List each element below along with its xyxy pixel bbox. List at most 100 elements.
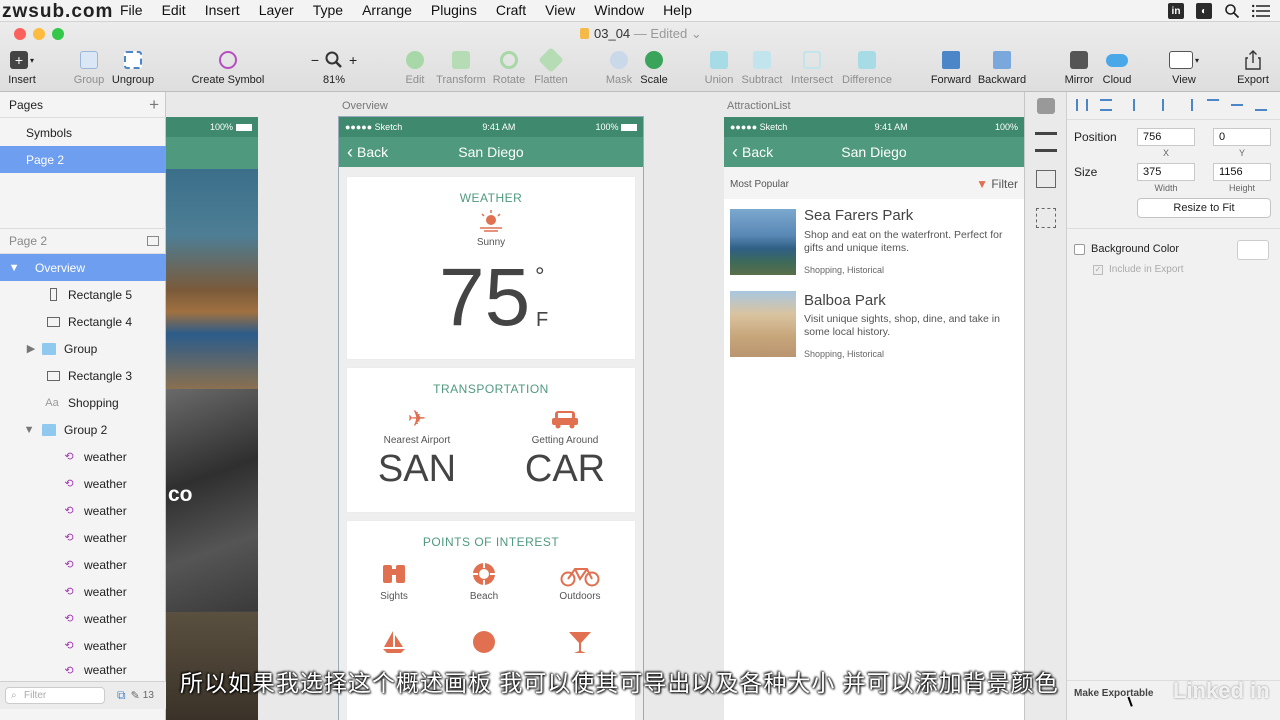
page-item-symbols[interactable]: Symbols (0, 119, 166, 146)
zoom-control[interactable]: − +81% (299, 49, 369, 86)
include-in-export-checkbox[interactable]: ✓ (1093, 265, 1103, 275)
disclosure-closed-icon[interactable]: ▶ (26, 342, 36, 356)
minimize-window-button[interactable] (33, 28, 45, 40)
back-chevron-icon[interactable]: ‹ (347, 142, 353, 163)
layer-shopping[interactable]: Aa Shopping (0, 389, 166, 416)
background-color-checkbox[interactable] (1074, 244, 1085, 255)
zoom-window-button[interactable] (52, 28, 64, 40)
artboard-overview[interactable]: ●●●●● Sketch 9:41 AM 100% ‹ Back San Die… (338, 116, 644, 720)
align-bottom-icon[interactable] (1255, 99, 1267, 111)
collapse-icon[interactable] (147, 236, 159, 246)
layer-weather[interactable]: ⟲ weather (0, 470, 166, 497)
menu-view[interactable]: View (545, 2, 575, 18)
poi-beach[interactable]: Beach (449, 561, 519, 602)
resize-to-fit-button[interactable]: Resize to Fit (1137, 198, 1271, 218)
layer-rectangle-5[interactable]: Rectangle 5 (0, 281, 166, 308)
layer-weather[interactable]: ⟲ weather (0, 632, 166, 659)
ungroup-button[interactable]: Ungroup (98, 49, 168, 86)
layout-tab-icon[interactable] (1035, 132, 1057, 152)
layer-rectangle-4[interactable]: Rectangle 4 (0, 308, 166, 335)
menu-insert[interactable]: Insert (205, 2, 240, 18)
linkedin-icon[interactable]: in (1168, 3, 1184, 19)
poi-outdoors[interactable]: Outdoors (545, 561, 615, 602)
align-top-icon[interactable] (1207, 99, 1219, 111)
layer-group-2[interactable]: ▼ Group 2 (0, 416, 166, 443)
artboard-label-attractionlist[interactable]: AttractionList (727, 100, 791, 112)
transportation-card[interactable]: TRANSPORTATION ✈ Nearest Airport SAN Get… (347, 368, 635, 512)
make-exportable-button[interactable]: Make Exportable (1074, 688, 1153, 699)
page-item-page-2[interactable]: Page 2 (0, 146, 166, 173)
close-window-button[interactable] (14, 28, 26, 40)
insert-button[interactable]: + ▾ Insert (0, 49, 57, 86)
distribute-vertical-icon[interactable] (1100, 99, 1112, 111)
menu-arrange[interactable]: Arrange (362, 2, 412, 18)
background-color-swatch[interactable] (1237, 240, 1269, 260)
layer-weather[interactable]: ⟲ weather (0, 578, 166, 605)
back-button[interactable]: Back (357, 144, 388, 160)
artboard-fragment[interactable]: 100% co (166, 117, 258, 612)
layer-weather[interactable]: ⟲ weather (0, 551, 166, 578)
artboard-attractionlist[interactable]: ●●●●● Sketch 9:41 AM 100% ‹ Back San Die… (724, 117, 1024, 720)
app-icon[interactable]: ◐ (1196, 3, 1212, 19)
difference-button[interactable]: Difference (832, 49, 902, 86)
poi-sights[interactable]: Sights (359, 561, 429, 602)
zoom-in-icon[interactable]: + (349, 52, 357, 68)
back-chevron-icon[interactable]: ‹ (732, 142, 738, 163)
create-symbol-button[interactable]: Create Symbol (183, 49, 273, 86)
menu-help[interactable]: Help (663, 2, 692, 18)
align-left-icon[interactable] (1133, 99, 1145, 111)
distribute-horizontal-icon[interactable] (1076, 99, 1088, 111)
menu-craft[interactable]: Craft (496, 2, 526, 18)
symbol-instance-icon: ⟲ (64, 451, 74, 463)
search-icon: ⌕ (11, 690, 17, 701)
disclosure-open-icon[interactable]: ▼ (24, 423, 35, 437)
list-icon[interactable] (1252, 4, 1270, 18)
layer-overview[interactable]: ▼ Overview (0, 254, 166, 281)
weather-card[interactable]: WEATHER Sunny 75 ° F (347, 177, 635, 359)
align-right-icon[interactable] (1181, 99, 1193, 111)
layer-rectangle-3[interactable]: Rectangle 3 (0, 362, 166, 389)
add-page-button[interactable]: + (149, 95, 159, 115)
view-button[interactable]: ▾ View (1149, 49, 1219, 86)
zoom-out-icon[interactable]: − (311, 52, 319, 68)
back-button[interactable]: Back (742, 144, 773, 160)
width-field[interactable]: 375 (1137, 163, 1195, 181)
style-tab-icon[interactable] (1037, 98, 1055, 114)
menu-plugins[interactable]: Plugins (431, 2, 477, 18)
symbols-filter-icon[interactable]: ⧉ (117, 688, 126, 703)
filter-field[interactable]: ⌕ Filter (5, 687, 105, 704)
menu-file[interactable]: File (120, 2, 143, 18)
layer-weather[interactable]: ⟲ weather (0, 605, 166, 632)
disclosure-open-icon[interactable]: ▼ (9, 261, 20, 275)
group-icon (80, 51, 98, 69)
list-item[interactable]: Sea Farers Park Shop and eat on the wate… (724, 199, 1024, 284)
cloud-button[interactable]: Cloud (1082, 49, 1152, 86)
flatten-button[interactable]: Flatten (516, 47, 586, 86)
align-middle-icon[interactable] (1231, 104, 1243, 116)
layer-weather[interactable]: ⟲ weather (0, 497, 166, 524)
artboard-label-overview[interactable]: Overview (342, 100, 388, 112)
align-center-icon[interactable] (1162, 99, 1174, 111)
layer-weather[interactable]: ⟲ weather (0, 524, 166, 551)
menu-layer[interactable]: Layer (259, 2, 294, 18)
list-item[interactable]: Balboa Park Visit unique sights, shop, d… (724, 284, 1024, 369)
text-tab-icon[interactable] (1036, 170, 1056, 188)
height-field[interactable]: 1156 (1213, 163, 1271, 181)
edit-layers-icon[interactable]: ✎ (131, 689, 140, 702)
layer-group[interactable]: ▶ Group (0, 335, 166, 362)
layer-weather[interactable]: ⟲ weather (0, 443, 166, 470)
menu-edit[interactable]: Edit (162, 2, 186, 18)
menu-type[interactable]: Type (313, 2, 343, 18)
backward-button[interactable]: Backward (967, 49, 1037, 86)
menu-window[interactable]: Window (594, 2, 644, 18)
search-icon[interactable] (1224, 3, 1240, 19)
export-button[interactable]: Export (1218, 49, 1280, 86)
filter-button[interactable]: ▼ Filter (976, 177, 1018, 191)
position-y-field[interactable]: 0 (1213, 128, 1271, 146)
layer-weather[interactable]: ⟲ weather (0, 659, 166, 681)
cloud-icon (1106, 53, 1128, 67)
canvas[interactable]: 100% co Overview ●●●●● Sketch 9:41 AM 10… (166, 92, 1024, 720)
symbol-tab-icon[interactable] (1036, 208, 1056, 228)
scale-button[interactable]: Scale (619, 49, 689, 86)
position-x-field[interactable]: 756 (1137, 128, 1195, 146)
